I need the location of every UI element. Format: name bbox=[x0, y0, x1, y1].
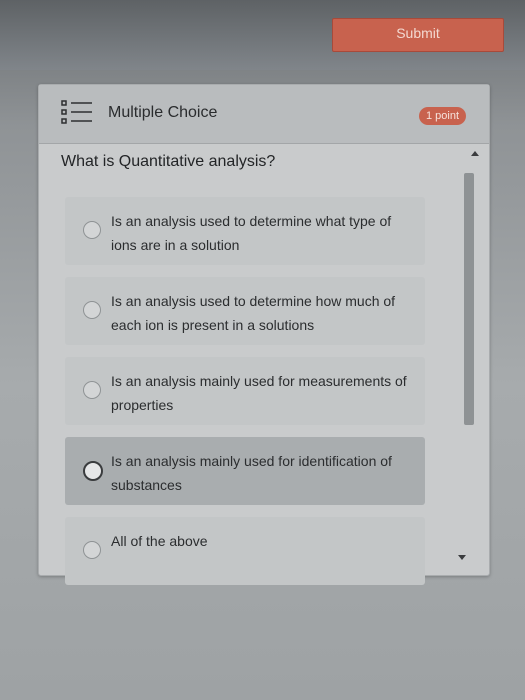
radio-button[interactable] bbox=[83, 461, 103, 481]
radio-button[interactable] bbox=[83, 301, 101, 319]
scrollbar-thumb[interactable] bbox=[464, 173, 474, 425]
question-header: Multiple Choice 1 point bbox=[39, 85, 489, 144]
answer-option-label: Is an analysis mainly used for measureme… bbox=[111, 373, 407, 413]
answer-option-3[interactable]: Is an analysis mainly used for measureme… bbox=[65, 357, 425, 425]
radio-button[interactable] bbox=[83, 221, 101, 239]
question-type-label: Multiple Choice bbox=[108, 104, 218, 121]
scroll-up-arrow[interactable] bbox=[471, 151, 479, 156]
answer-option-label: Is an analysis mainly used for identific… bbox=[111, 453, 392, 493]
answer-option-label: Is an analysis used to determine what ty… bbox=[111, 213, 392, 253]
radio-button[interactable] bbox=[83, 541, 101, 559]
radio-button[interactable] bbox=[83, 381, 101, 399]
answer-option-label: Is an analysis used to determine how muc… bbox=[111, 293, 396, 333]
scroll-down-arrow[interactable] bbox=[458, 555, 466, 560]
top-toolbar: Submit bbox=[0, 0, 525, 70]
list-icon bbox=[61, 100, 92, 124]
question-panel: Multiple Choice 1 point What is Quantita… bbox=[38, 84, 490, 585]
submit-button[interactable]: Submit bbox=[332, 18, 504, 52]
answer-option-2[interactable]: Is an analysis used to determine how muc… bbox=[65, 277, 425, 345]
question-text: What is Quantitative analysis? bbox=[61, 153, 276, 170]
answer-option-1[interactable]: Is an analysis used to determine what ty… bbox=[65, 197, 425, 265]
answer-option-4[interactable]: Is an analysis mainly used for identific… bbox=[65, 437, 425, 505]
answer-option-label: All of the above bbox=[111, 533, 208, 549]
points-badge: 1 point bbox=[419, 107, 467, 125]
answer-option-5[interactable]: All of the above bbox=[65, 517, 425, 585]
